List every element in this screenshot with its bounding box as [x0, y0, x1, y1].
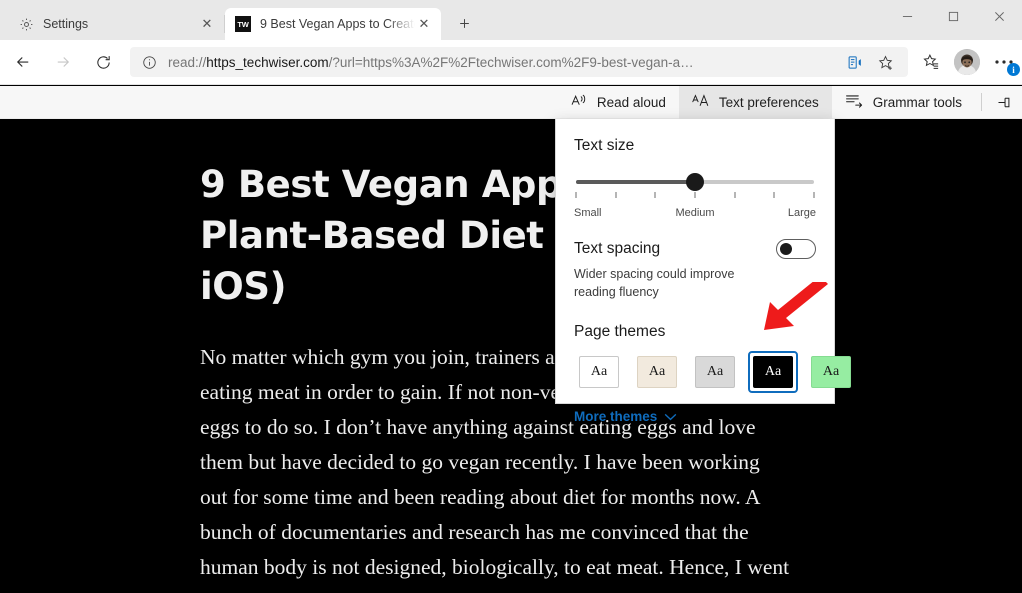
- read-aloud-label: Read aloud: [596, 94, 666, 110]
- theme-sample-text: Aa: [811, 356, 851, 389]
- gear-icon: [18, 16, 34, 32]
- settings-and-more-button[interactable]: i: [986, 45, 1022, 79]
- close-button[interactable]: [976, 0, 1022, 32]
- collections-icon[interactable]: [914, 45, 948, 79]
- immersive-reader-toolbar: Read aloud Text preferences Grammar tool…: [0, 85, 1022, 119]
- slider-label-medium: Medium: [675, 207, 715, 219]
- more-themes-label: More themes: [574, 409, 658, 425]
- window-controls: [884, 0, 1022, 32]
- text-size-slider[interactable]: [575, 171, 815, 205]
- tab-close-button[interactable]: ✕: [198, 15, 216, 33]
- star-add-icon[interactable]: [870, 48, 900, 76]
- favicon-text: TW: [235, 16, 251, 32]
- text-spacing-heading: Text spacing: [574, 240, 661, 257]
- grammar-tools-label: Grammar tools: [872, 94, 962, 110]
- url-actions: [840, 48, 900, 76]
- new-tab-button[interactable]: [449, 8, 479, 38]
- theme-swatch-gray[interactable]: Aa: [690, 351, 740, 393]
- slider-label-small: Small: [574, 207, 602, 219]
- theme-swatch-green[interactable]: Aa: [806, 351, 856, 393]
- theme-swatch-black[interactable]: Aa: [748, 351, 798, 394]
- text-spacing-toggle[interactable]: [776, 239, 816, 259]
- grammar-tools-icon: [845, 93, 864, 111]
- back-button[interactable]: [6, 45, 40, 79]
- tab-settings[interactable]: Settings ✕: [8, 8, 224, 40]
- text-preferences-panel: Text size Small Medium Large Text spacin…: [555, 119, 851, 424]
- more-themes-link[interactable]: More themes: [574, 409, 816, 424]
- theme-swatch-sepia[interactable]: Aa: [632, 351, 682, 393]
- forward-button: [46, 45, 80, 79]
- toggle-knob: [780, 243, 792, 255]
- tab-close-button[interactable]: ✕: [415, 15, 433, 33]
- theme-swatch-white[interactable]: Aa: [574, 351, 624, 393]
- page-themes-heading: Page themes: [574, 323, 666, 341]
- profile-avatar[interactable]: [954, 49, 980, 75]
- tab-title: 9 Best Vegan Apps to Create Plan: [260, 17, 415, 31]
- grammar-tools-button[interactable]: Grammar tools: [832, 86, 975, 119]
- avatar-photo: [954, 50, 980, 75]
- tab-title: Settings: [43, 17, 89, 31]
- title-bar: Settings ✕ TW 9 Best Vegan Apps to Creat…: [0, 0, 1022, 40]
- immersive-reader-icon[interactable]: [840, 48, 870, 76]
- tab-strip: Settings ✕ TW 9 Best Vegan Apps to Creat…: [0, 0, 884, 40]
- refresh-button[interactable]: [86, 45, 120, 79]
- slider-labels: Small Medium Large: [574, 207, 816, 219]
- tw-favicon: TW: [235, 16, 251, 32]
- maximize-button[interactable]: [930, 0, 976, 32]
- theme-sample-text: Aa: [579, 356, 619, 389]
- theme-sample-text: Aa: [695, 356, 735, 389]
- minimize-button[interactable]: [884, 0, 930, 32]
- read-aloud-button[interactable]: Read aloud: [558, 86, 679, 119]
- text-size-heading: Text size: [574, 137, 635, 154]
- theme-sample-text: Aa: [753, 356, 793, 389]
- pin-icon[interactable]: [988, 87, 1018, 117]
- info-icon[interactable]: [138, 55, 160, 70]
- browser-window: Settings ✕ TW 9 Best Vegan Apps to Creat…: [0, 0, 1022, 593]
- url-text: read://https_techwiser.com/?url=https%3A…: [168, 54, 694, 70]
- text-preferences-button[interactable]: Text preferences: [678, 85, 832, 119]
- chevron-down-icon: [664, 409, 677, 424]
- slider-label-large: Large: [787, 207, 816, 219]
- url-input[interactable]: read://https_techwiser.com/?url=https%3A…: [130, 47, 908, 77]
- toolbar-divider: [981, 93, 982, 111]
- slider-ticks: [575, 192, 815, 198]
- slider-fill: [576, 180, 695, 184]
- slider-thumb[interactable]: [686, 173, 704, 191]
- status-badge: i: [1007, 63, 1020, 76]
- page-themes-row: Aa Aa Aa Aa Aa: [574, 351, 851, 394]
- text-spacing-description: Wider spacing could improve reading flue…: [574, 267, 735, 300]
- read-aloud-icon: [571, 93, 588, 111]
- text-preferences-label: Text preferences: [718, 94, 819, 110]
- text-size-icon: [692, 93, 710, 111]
- address-bar: read://https_techwiser.com/?url=https%3A…: [0, 40, 1022, 85]
- theme-sample-text: Aa: [637, 356, 677, 389]
- text-spacing-row: Text spacing: [574, 239, 816, 259]
- reader-content: 9 Best Vegan Apps to Create Plant-Based …: [0, 119, 1022, 593]
- tab-vegan-apps[interactable]: TW 9 Best Vegan Apps to Create Plan ✕: [225, 8, 441, 40]
